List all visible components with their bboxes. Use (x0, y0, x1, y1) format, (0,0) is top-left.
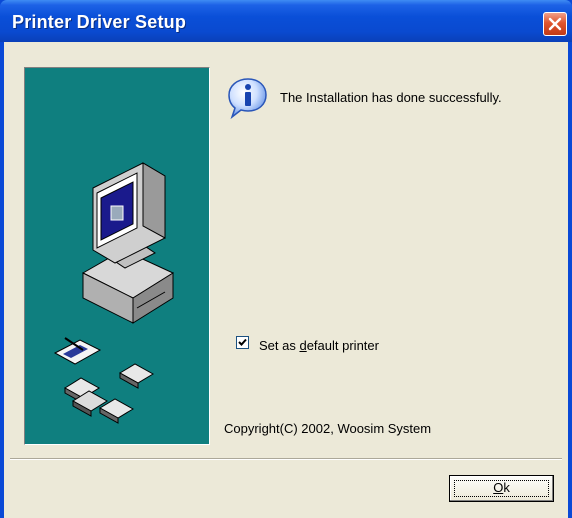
divider (10, 458, 562, 460)
dialog-body: The Installation has done successfully. … (4, 42, 568, 518)
window-title: Printer Driver Setup (12, 12, 187, 32)
ok-accelerator: O (493, 480, 504, 495)
ok-label: Ok (493, 480, 510, 495)
title-bar[interactable]: Printer Driver Setup (0, 0, 572, 42)
label-accelerator: d (299, 338, 307, 353)
checkmark-icon (238, 338, 247, 346)
close-button[interactable] (543, 12, 567, 36)
default-printer-checkbox[interactable] (236, 336, 249, 349)
ok-button[interactable]: Ok (449, 475, 554, 502)
status-message: The Installation has done successfully. (280, 90, 502, 105)
label-text: Set as (259, 338, 300, 353)
setup-illustration (24, 67, 210, 445)
default-printer-label[interactable]: Set as default printer (259, 338, 379, 353)
info-icon (228, 78, 267, 120)
dialog-window: Printer Driver Setup The Installation ha… (0, 0, 572, 518)
computer-illustration (53, 162, 175, 424)
close-icon (548, 17, 562, 31)
label-text-rest: efault printer (306, 338, 379, 353)
ok-label-rest: k (503, 480, 510, 495)
copyright-text: Copyright(C) 2002, Woosim System (224, 421, 432, 436)
